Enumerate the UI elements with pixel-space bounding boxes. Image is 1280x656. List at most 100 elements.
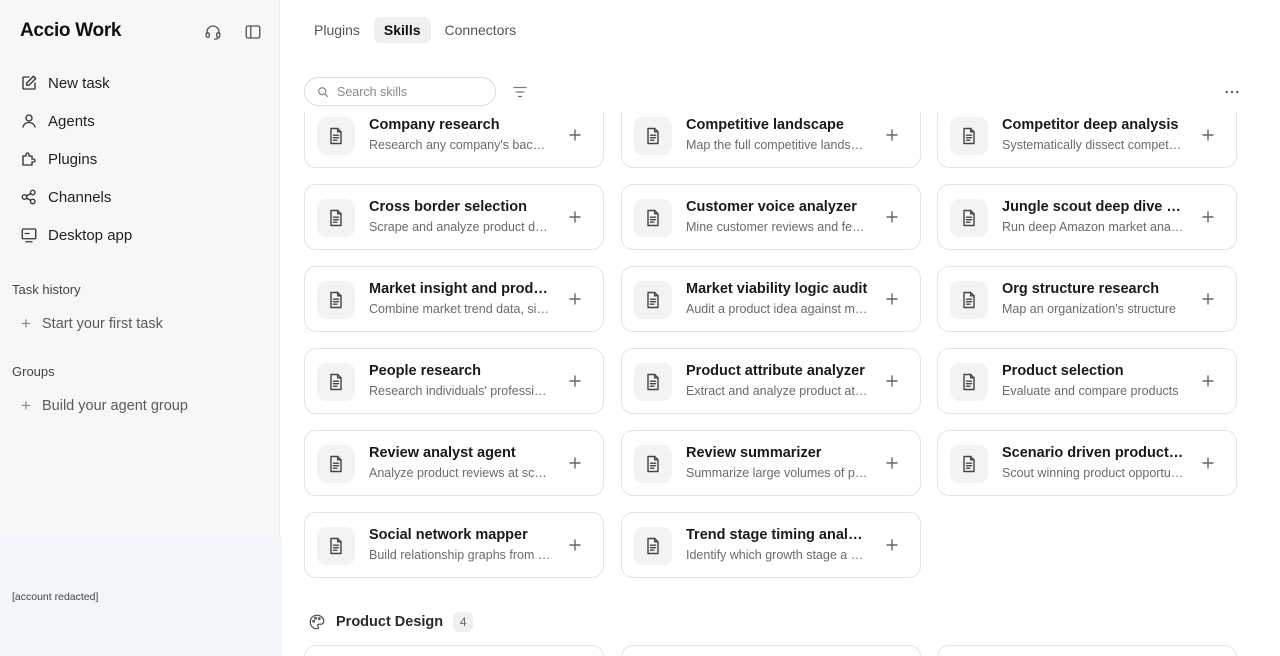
add-skill-button[interactable] [884,455,900,471]
sidebar: Accio Work New task Agents Plugins Chann… [0,0,282,656]
document-icon [950,199,988,237]
skill-card[interactable]: Market viability logic audit Audit a prod… [621,266,921,332]
skill-title: People research [369,363,482,379]
skill-card[interactable]: Cross border selection Scrape and analyze… [304,184,604,250]
user-icon [22,114,36,128]
nav-channels[interactable]: Channels [10,178,270,216]
skill-card[interactable]: Social network mapper Build relationship … [304,512,604,578]
skill-card[interactable]: Market insight and product planning Combi… [304,266,604,332]
skill-description: Map the full competitive landscape of a … [686,138,868,152]
filter-icon[interactable] [511,83,529,101]
group-title: Product Design [336,614,444,630]
skill-card[interactable]: Competitor deep analysis Systematically d… [937,112,1237,168]
add-skill-button[interactable] [1200,209,1216,225]
skill-card[interactable]: Jungle scout deep dive analysis Run deep … [937,184,1237,250]
skill-description: Evaluate and compare products [1002,384,1179,398]
nav-plugins[interactable]: Plugins [10,140,270,178]
search-box [304,77,496,106]
add-skill-button[interactable] [884,537,900,553]
skill-title: Social network mapper [369,527,528,543]
add-skill-button[interactable] [1200,455,1216,471]
skill-card[interactable]: Review analyst agent Analyze product revi… [304,430,604,496]
start-first-task-button[interactable]: + Start your first task [20,313,163,335]
skill-title: Company research [369,117,500,133]
tab-connectors[interactable]: Connectors [435,17,527,43]
skill-title: Competitor deep analysis [1002,117,1179,133]
add-skill-button[interactable] [567,537,583,553]
add-skill-button[interactable] [567,127,583,143]
skill-card[interactable] [304,645,604,656]
brand-logo: Accio Work [20,20,122,41]
skill-title: Customer voice analyzer [686,199,857,215]
skill-title: Scenario driven product discovery [1002,445,1184,461]
add-skill-button[interactable] [567,373,583,389]
skill-card[interactable]: Review summarizer Summarize large volumes… [621,430,921,496]
add-skill-button[interactable] [567,455,583,471]
skill-description: Extract and analyze product attributes [686,384,868,398]
tab-skills[interactable]: Skills [373,17,431,43]
skill-description: Map an organization's structure [1002,302,1177,316]
document-icon [317,445,355,483]
add-skill-button[interactable] [1200,127,1216,143]
task-history-heading: Task history [12,282,81,297]
add-skill-button[interactable] [1200,373,1216,389]
more-options-icon[interactable] [1222,83,1242,101]
sidebar-toggle-icon[interactable] [243,22,263,42]
skill-card[interactable]: Trend stage timing analyzer Identify whic… [621,512,921,578]
document-icon [317,199,355,237]
nav-label: Desktop app [48,226,133,244]
document-icon [317,363,355,401]
nav-new-task[interactable]: New task [10,64,270,102]
skill-card[interactable]: People research Research individuals' pro… [304,348,604,414]
skill-title: Product attribute analyzer [686,363,865,379]
document-icon [950,117,988,155]
build-agent-group-button[interactable]: + Build your agent group [20,395,188,417]
nav-agents[interactable]: Agents [10,102,270,140]
add-skill-button[interactable] [884,127,900,143]
skill-description: Run deep Amazon market analysis [1002,220,1184,234]
add-skill-button[interactable] [884,209,900,225]
document-icon [634,527,672,565]
groups-heading: Groups [12,364,55,379]
skill-description: Research any company's background and mo… [369,138,551,152]
nav-desktop-app[interactable]: Desktop app [10,216,270,254]
document-icon [634,363,672,401]
plus-icon: + [21,314,31,333]
add-skill-button[interactable] [1200,291,1216,307]
skill-card[interactable] [937,645,1237,656]
add-skill-button[interactable] [567,291,583,307]
build-agent-group-label: Build your agent group [42,398,188,414]
skill-title: Review analyst agent [369,445,516,461]
skill-title: Cross border selection [369,199,527,215]
plugin-icon [22,152,36,166]
skill-title: Jungle scout deep dive analysis [1002,199,1184,215]
skills-grid: Company research Research any company's b… [300,112,1260,656]
group-header-product-design[interactable]: Product Design 4 [308,612,474,632]
top-tabs: Plugins Skills Connectors [304,17,526,43]
skill-card[interactable]: Customer voice analyzer Mine customer rev… [621,184,921,250]
skill-description: Build relationship graphs from data [369,548,551,562]
palette-icon [309,614,325,630]
add-skill-button[interactable] [884,373,900,389]
nav-label: Channels [48,188,112,206]
search-input[interactable] [337,84,487,99]
skill-card[interactable] [621,645,921,656]
skill-card[interactable]: Competitive landscape Map the full compet… [621,112,921,168]
tab-plugins[interactable]: Plugins [304,17,370,43]
document-icon [634,281,672,319]
headset-icon[interactable] [203,22,223,42]
skill-card[interactable]: Product selection Evaluate and compare pr… [937,348,1237,414]
skill-title: Trend stage timing analyzer [686,527,868,543]
document-icon [634,445,672,483]
skill-card[interactable]: Scenario driven product discovery Scout w… [937,430,1237,496]
add-skill-button[interactable] [884,291,900,307]
add-skill-button[interactable] [567,209,583,225]
skill-card[interactable]: Org structure research Map an organizatio… [937,266,1237,332]
skill-card[interactable]: Company research Research any company's b… [304,112,604,168]
skill-description: Combine market trend data, signals [369,302,551,316]
skill-title: Competitive landscape [686,117,844,133]
monitor-icon [21,228,37,243]
channels-icon [21,189,36,205]
document-icon [634,199,672,237]
skill-card[interactable]: Product attribute analyzer Extract and an… [621,348,921,414]
